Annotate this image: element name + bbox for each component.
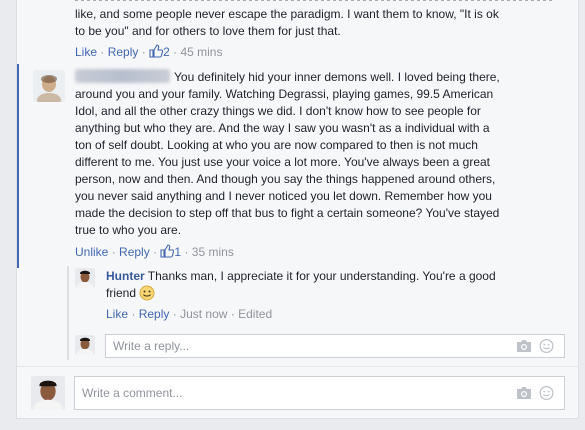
comment-2-line-10: true to who you are. — [75, 223, 182, 237]
current-user-avatar-image — [31, 376, 65, 410]
current-user-avatar-image — [75, 335, 95, 355]
divider — [17, 366, 578, 367]
author-name[interactable]: Hunter — [106, 269, 145, 283]
comment-top-partial-line — [75, 0, 555, 1]
comment-top-line-2: to be you" and for others to love them f… — [75, 24, 341, 38]
comment-2-line-6: different to me. You just use your voice… — [75, 155, 490, 169]
separator: · — [111, 245, 120, 259]
like-count: 1 — [174, 245, 182, 259]
smiley-emoji-icon — [139, 285, 155, 301]
comment-2-line-9: made the decision to step off that bus t… — [75, 206, 500, 220]
comment-2-line-5: ton of self doubt. Looking at who you ar… — [75, 138, 478, 152]
blurred-avatar-image — [33, 70, 65, 102]
comment-2-line-7: person, now and then. And though you say… — [75, 172, 496, 186]
reply-text-line-1: Thanks man, I appreciate it for your und… — [147, 269, 496, 283]
hunter-avatar-image — [75, 268, 95, 288]
comment-2-line-4: anything but who they are. And the way I… — [75, 121, 490, 135]
comment-2-line-2: around you and your family. Watching Deg… — [75, 87, 494, 101]
emoji-icon[interactable] — [539, 386, 554, 401]
thumbs-up-icon — [160, 244, 175, 258]
reply-line-1: Hunter Thanks man, I appreciate it for y… — [106, 268, 496, 285]
comment-2-text-line-1: You definitely hid your inner demons wel… — [174, 70, 500, 84]
timestamp: 35 mins — [191, 245, 234, 259]
comment-2-line-3: Idol, and all the other crazy things we … — [75, 104, 481, 118]
comment-top-line-1: like, and some people never escape the p… — [75, 7, 499, 21]
separator: · — [184, 245, 192, 259]
reply-input-box[interactable] — [105, 334, 565, 358]
avatar[interactable] — [33, 70, 65, 102]
blurred-author-name[interactable] — [75, 69, 170, 83]
thumbs-up-icon — [149, 44, 164, 58]
reply-text-line-2: friend — [106, 286, 137, 300]
reply-link[interactable]: Reply — [119, 245, 150, 259]
reply-link[interactable]: Reply — [139, 307, 170, 321]
reply-link[interactable]: Reply — [108, 45, 139, 59]
edited-label: Edited — [238, 307, 273, 321]
reply-input[interactable] — [113, 335, 434, 357]
avatar[interactable] — [75, 268, 95, 288]
reply-line-2: friend — [106, 285, 155, 302]
reply-actions: Like · Reply · Just now · Edited — [106, 306, 272, 322]
camera-icon[interactable] — [516, 386, 532, 400]
reply-thread — [67, 266, 69, 360]
like-count-link[interactable]: 1 — [160, 244, 184, 259]
like-link[interactable]: Like — [75, 45, 97, 59]
camera-icon[interactable] — [516, 339, 532, 353]
unlike-link[interactable]: Unlike — [75, 245, 108, 259]
separator: · — [141, 45, 150, 59]
current-user-avatar — [75, 335, 95, 355]
comment-input-box[interactable] — [74, 376, 565, 410]
comment-2-actions: Unlike · Reply · 1 · 35 mins — [75, 244, 234, 260]
separator: · — [172, 307, 181, 321]
comment-2-line-1: You definitely hid your inner demons wel… — [75, 69, 500, 86]
like-count: 2 — [163, 45, 170, 59]
comment-2-line-8: you never said anything and I never noti… — [75, 189, 492, 203]
comment-top-actions: Like · Reply · 2 · 45 mins — [75, 44, 222, 60]
separator: · — [100, 45, 108, 59]
current-user-avatar — [31, 376, 65, 410]
timestamp: 45 mins — [180, 45, 223, 59]
comments-panel: like, and some people never escape the p… — [16, 0, 579, 419]
separator: · — [131, 307, 139, 321]
like-count-link[interactable]: 2 — [149, 44, 173, 59]
like-link[interactable]: Like — [106, 307, 128, 321]
comment-input[interactable] — [82, 377, 425, 409]
thread-indicator — [17, 64, 19, 268]
emoji-icon[interactable] — [539, 339, 554, 354]
timestamp: Just now — [180, 307, 228, 321]
